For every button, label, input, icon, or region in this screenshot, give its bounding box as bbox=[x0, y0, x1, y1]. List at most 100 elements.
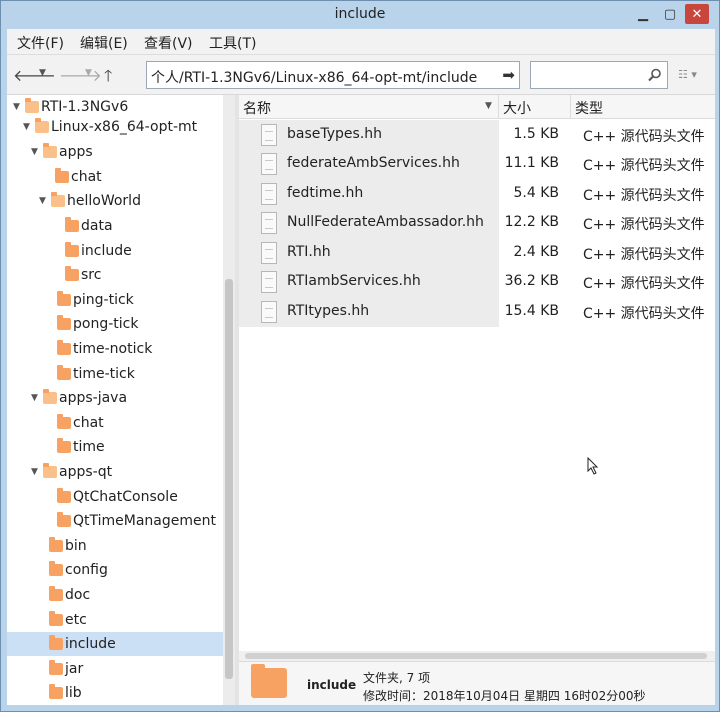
folder-icon bbox=[57, 340, 71, 355]
tree-node[interactable]: bin bbox=[37, 534, 87, 558]
tree-node[interactable]: ▼ apps-qt bbox=[31, 460, 112, 484]
expanded-triangle-icon[interactable]: ▼ bbox=[31, 393, 43, 403]
view-mode-list-icon[interactable]: ☷ ▾ bbox=[678, 68, 697, 81]
folder-icon bbox=[57, 438, 71, 453]
location-bar[interactable]: 个人/RTI-1.3NGv6/Linux-x86_64-opt-mt/inclu… bbox=[146, 61, 520, 89]
tree-node[interactable]: ping-tick bbox=[45, 288, 134, 312]
folder-icon bbox=[51, 192, 65, 207]
folder-icon bbox=[57, 291, 71, 306]
file-list-scrollbar-thumb[interactable] bbox=[245, 653, 707, 659]
column-name[interactable]: 名称 bbox=[243, 98, 271, 118]
folder-icon bbox=[57, 512, 71, 527]
sort-descending-icon: ▼ bbox=[485, 101, 492, 111]
tree-node[interactable]: config bbox=[37, 558, 108, 582]
title-bar[interactable]: include ▁ ▢ ✕ bbox=[1, 1, 719, 29]
tree-node[interactable]: time-tick bbox=[45, 362, 135, 386]
menu-file[interactable]: 文件(F) bbox=[17, 33, 64, 53]
tree-node[interactable]: jar bbox=[37, 657, 83, 681]
details-summary: 文件夹, 7 项 bbox=[363, 671, 431, 685]
toolbar: 🡐 ▼ 🡒 ▼ 🡑 个人/RTI-1.3NGv6/Linux-x86_64-op… bbox=[7, 55, 715, 95]
text-file-icon bbox=[261, 153, 277, 175]
tree-node[interactable]: ▼ apps-java bbox=[31, 386, 127, 410]
tree-node[interactable]: data bbox=[53, 214, 113, 238]
details-modified: 修改时间：2018年10月04日 星期四 16时02分00秒 bbox=[363, 689, 646, 703]
file-row[interactable]: RTIambServices.hh 36.2 KB C++ 源代码头文件 bbox=[239, 267, 715, 297]
maximize-icon[interactable]: ▢ bbox=[658, 4, 682, 24]
minimize-icon[interactable]: ▁ bbox=[631, 4, 655, 24]
column-type[interactable]: 类型 bbox=[575, 98, 603, 118]
text-file-icon bbox=[261, 242, 277, 264]
text-file-icon bbox=[261, 301, 277, 323]
column-divider[interactable] bbox=[570, 95, 571, 119]
tree-node[interactable]: src bbox=[53, 263, 101, 287]
tree-node[interactable]: QtChatConsole bbox=[45, 485, 178, 509]
tree-node[interactable]: ▼ Linux-x86_64-opt-mt bbox=[23, 115, 197, 139]
folder-icon bbox=[57, 488, 71, 503]
file-row[interactable]: NullFederateAmbassador.hh 12.2 KB C++ 源代… bbox=[239, 208, 715, 238]
tree-node[interactable]: lib bbox=[37, 681, 82, 705]
tree-node[interactable]: chat bbox=[45, 411, 104, 435]
back-history-chevron-icon[interactable]: ▼ bbox=[39, 68, 46, 78]
go-arrow-icon[interactable]: ➡ bbox=[502, 66, 515, 84]
tree-node[interactable]: time-notick bbox=[45, 337, 152, 361]
folder-icon bbox=[43, 463, 57, 478]
expanded-triangle-icon[interactable]: ▼ bbox=[31, 467, 43, 477]
tree-node[interactable]: time bbox=[45, 435, 105, 459]
folder-icon bbox=[49, 611, 63, 626]
file-row[interactable]: RTItypes.hh 15.4 KB C++ 源代码头文件 bbox=[239, 297, 715, 327]
folder-tree: ▼ RTI-1.3NGv6 ▼ Linux-x86_64-opt-mt ▼ apps … bbox=[7, 95, 223, 705]
folder-icon bbox=[57, 414, 71, 429]
search-icon bbox=[648, 68, 661, 82]
search-input[interactable] bbox=[530, 61, 668, 89]
folder-icon bbox=[25, 98, 39, 113]
back-arrow-icon[interactable]: 🡐 bbox=[13, 65, 56, 85]
menu-tools[interactable]: 工具(T) bbox=[209, 33, 256, 53]
file-row[interactable]: RTI.hh 2.4 KB C++ 源代码头文件 bbox=[239, 238, 715, 268]
folder-icon bbox=[49, 586, 63, 601]
text-file-icon bbox=[261, 183, 277, 205]
details-folder-name: include bbox=[307, 678, 357, 692]
column-header: 名称 ▼ 大小 类型 bbox=[239, 95, 715, 119]
location-path: 个人/RTI-1.3NGv6/Linux-x86_64-opt-mt/inclu… bbox=[151, 70, 478, 86]
column-size[interactable]: 大小 bbox=[503, 98, 531, 118]
forward-arrow-icon[interactable]: 🡒 bbox=[59, 65, 102, 85]
file-row[interactable]: federateAmbServices.hh 11.1 KB C++ 源代码头文… bbox=[239, 149, 715, 179]
mouse-pointer-icon bbox=[587, 457, 599, 475]
tree-node[interactable]: doc bbox=[37, 583, 90, 607]
tree-node-selected[interactable]: include bbox=[7, 632, 223, 656]
column-divider[interactable] bbox=[498, 95, 499, 119]
text-file-icon bbox=[261, 124, 277, 146]
expanded-triangle-icon[interactable]: ▼ bbox=[31, 147, 43, 157]
forward-history-chevron-icon[interactable]: ▼ bbox=[85, 68, 92, 78]
folder-icon bbox=[251, 664, 287, 698]
folder-icon bbox=[65, 266, 79, 281]
folder-icon bbox=[65, 242, 79, 257]
file-manager-window: include ▁ ▢ ✕ 文件(F) 编辑(E) 查看(V) 工具(T) 🡐 … bbox=[0, 0, 720, 712]
tree-scrollbar-thumb[interactable] bbox=[225, 279, 233, 679]
expanded-triangle-icon[interactable]: ▼ bbox=[39, 196, 51, 206]
tree-node[interactable]: pong-tick bbox=[45, 312, 138, 336]
expanded-triangle-icon[interactable]: ▼ bbox=[23, 122, 35, 132]
file-row[interactable]: baseTypes.hh 1.5 KB C++ 源代码头文件 bbox=[239, 120, 715, 150]
tree-node[interactable]: chat bbox=[43, 165, 102, 189]
folder-icon bbox=[43, 143, 57, 158]
folder-icon bbox=[49, 660, 63, 675]
text-file-icon bbox=[261, 212, 277, 234]
tree-node[interactable]: ▼ helloWorld bbox=[39, 189, 141, 213]
close-icon[interactable]: ✕ bbox=[685, 4, 709, 24]
tree-scrollbar[interactable] bbox=[223, 95, 235, 705]
tree-node[interactable]: etc bbox=[37, 608, 87, 632]
details-pane: include 文件夹, 7 项 修改时间：2018年10月04日 星期四 16… bbox=[239, 661, 715, 705]
expanded-triangle-icon[interactable]: ▼ bbox=[13, 102, 25, 112]
menu-view[interactable]: 查看(V) bbox=[144, 33, 193, 53]
text-file-icon bbox=[261, 271, 277, 293]
tree-node[interactable]: QtTimeManagement bbox=[45, 509, 216, 533]
up-arrow-icon[interactable]: 🡑 bbox=[104, 65, 112, 92]
file-row[interactable]: fedtime.hh 5.4 KB C++ 源代码头文件 bbox=[239, 179, 715, 209]
menu-edit[interactable]: 编辑(E) bbox=[80, 33, 128, 53]
tree-node[interactable]: ▼ apps bbox=[31, 140, 93, 164]
menu-bar: 文件(F) 编辑(E) 查看(V) 工具(T) bbox=[7, 29, 715, 55]
tree-node[interactable]: include bbox=[53, 239, 132, 263]
file-list-scrollbar[interactable] bbox=[239, 651, 715, 661]
folder-icon bbox=[49, 635, 63, 650]
